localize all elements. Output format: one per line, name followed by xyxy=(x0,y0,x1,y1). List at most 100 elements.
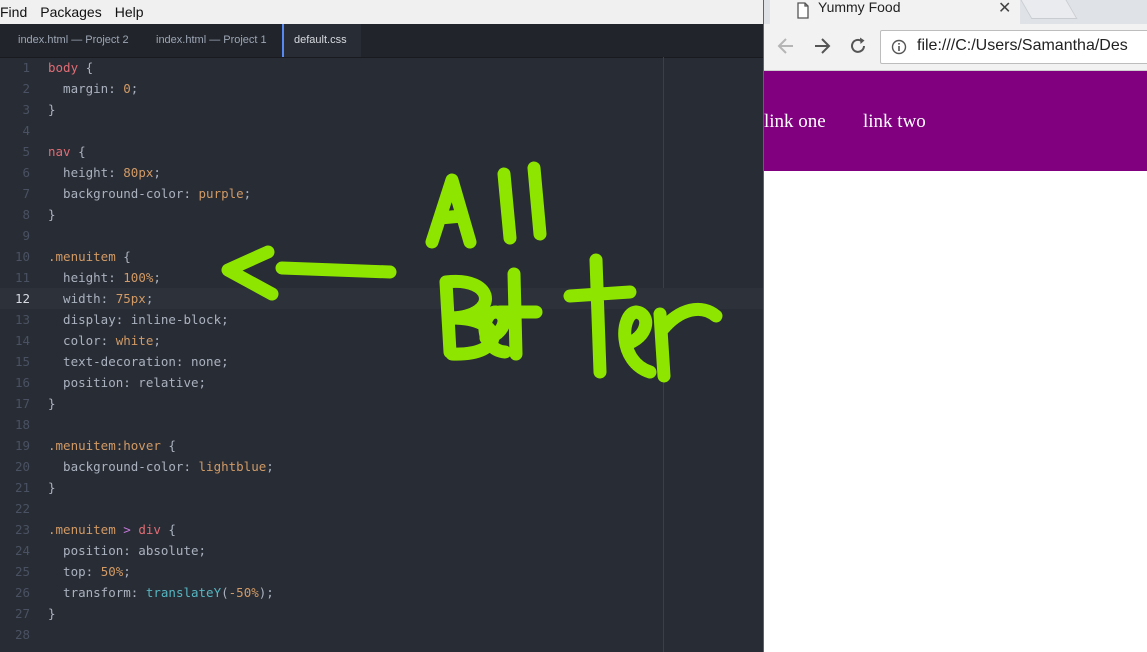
code-line[interactable]: 18 xyxy=(0,414,763,435)
tab-index-project-2[interactable]: index.html — Project 2 xyxy=(18,24,129,57)
code-line[interactable]: 1 body { xyxy=(0,57,763,78)
code-line[interactable]: 3} xyxy=(0,99,763,120)
code-line[interactable]: 19 .menuitem:hover { xyxy=(0,435,763,456)
menu-packages[interactable]: Packages xyxy=(40,4,108,20)
code-text: position: relative; xyxy=(48,375,207,390)
url-text: file:///C:/Users/Samantha/Des xyxy=(917,37,1128,54)
line-number: 8 xyxy=(22,207,30,222)
code-line[interactable]: 7 background-color: purple; xyxy=(0,183,763,204)
line-number: 6 xyxy=(22,165,30,180)
browser-tabstrip: Yummy Food ✕ xyxy=(764,0,1147,24)
code-text: text-decoration: none; xyxy=(48,354,229,369)
tab-index-project-1[interactable]: index.html — Project 1 xyxy=(156,24,267,57)
code-text: .menuitem:hover { xyxy=(48,438,176,453)
code-line[interactable]: 25 top: 50%; xyxy=(0,561,763,582)
code-line[interactable]: 2 margin: 0; xyxy=(0,78,763,99)
code-line[interactable]: 12 width: 75px; xyxy=(0,288,763,309)
code-text: } xyxy=(48,480,56,495)
browser-tab-title: Yummy Food xyxy=(818,0,901,15)
line-number: 26 xyxy=(14,585,30,600)
code-line[interactable]: 22 xyxy=(0,498,763,519)
code-text: width: 75px; xyxy=(48,291,154,306)
code-line[interactable]: 21} xyxy=(0,477,763,498)
code-text: position: absolute; xyxy=(48,543,207,558)
code-line[interactable]: 6 height: 80px; xyxy=(0,162,763,183)
code-line[interactable]: 23 .menuitem > div { xyxy=(0,519,763,540)
line-number: 2 xyxy=(22,81,30,96)
tab-default-css[interactable]: default.css xyxy=(282,24,361,57)
code-line[interactable]: 24 position: absolute; xyxy=(0,540,763,561)
code-text: background-color: lightblue; xyxy=(48,459,274,474)
line-number: 1 xyxy=(22,60,30,75)
code-line[interactable]: 9 xyxy=(0,225,763,246)
line-number: 21 xyxy=(14,480,30,495)
code-line[interactable]: 26 transform: translateY(-50%); xyxy=(0,582,763,603)
forward-icon[interactable] xyxy=(812,36,832,56)
line-number: 18 xyxy=(14,417,30,432)
code-text: } xyxy=(48,396,56,411)
line-number: 20 xyxy=(14,459,30,474)
code-text: nav { xyxy=(48,144,86,159)
browser-toolbar: file:///C:/Users/Samantha/Des xyxy=(764,24,1147,71)
code-text: top: 50%; xyxy=(48,564,131,579)
code-line[interactable]: 13 display: inline-block; xyxy=(0,309,763,330)
code-text: height: 80px; xyxy=(48,165,161,180)
code-text: } xyxy=(48,606,56,621)
document-icon xyxy=(797,2,809,19)
close-icon[interactable]: ✕ xyxy=(998,0,1011,18)
code-text: body { xyxy=(48,60,94,75)
code-text: display: inline-block; xyxy=(48,312,229,327)
code-editor-window: Find Packages Help index.html — Project … xyxy=(0,0,763,652)
line-number: 7 xyxy=(22,186,30,201)
new-tab-button[interactable] xyxy=(1020,0,1078,19)
line-number: 19 xyxy=(14,438,30,453)
line-number: 4 xyxy=(22,123,30,138)
code-text: color: white; xyxy=(48,333,161,348)
line-number: 15 xyxy=(14,354,30,369)
line-number: 28 xyxy=(14,627,30,642)
editor-tab-bar: index.html — Project 2 index.html — Proj… xyxy=(0,24,763,58)
line-number: 5 xyxy=(22,144,30,159)
page-viewport: link one link two xyxy=(764,71,1147,652)
line-number: 16 xyxy=(14,375,30,390)
code-line[interactable]: 10 .menuitem { xyxy=(0,246,763,267)
code-line[interactable]: 20 background-color: lightblue; xyxy=(0,456,763,477)
code-line[interactable]: 27} xyxy=(0,603,763,624)
code-text: height: 100%; xyxy=(48,270,161,285)
code-text: } xyxy=(48,102,56,117)
code-text: .menuitem > div { xyxy=(48,522,176,537)
code-line[interactable]: 5 nav { xyxy=(0,141,763,162)
code-area[interactable]: 1 body {2 margin: 0; 3} 4 5 nav {6 height: 80… xyxy=(0,57,763,652)
line-number: 14 xyxy=(14,333,30,348)
code-text: transform: translateY(-50%); xyxy=(48,585,274,600)
address-bar[interactable]: file:///C:/Users/Samantha/Des xyxy=(880,30,1147,64)
menu-help[interactable]: Help xyxy=(115,4,151,20)
menuitem-link-two[interactable]: link two xyxy=(863,111,926,133)
menuitem-link-one[interactable]: link one xyxy=(764,111,826,133)
menu-find[interactable]: Find xyxy=(0,4,34,20)
line-number: 25 xyxy=(14,564,30,579)
line-number: 22 xyxy=(14,501,30,516)
code-line[interactable]: 8} xyxy=(0,204,763,225)
info-icon[interactable] xyxy=(891,39,907,55)
code-line[interactable]: 16 position: relative; xyxy=(0,372,763,393)
code-line[interactable]: 15 text-decoration: none; xyxy=(0,351,763,372)
code-line[interactable]: 17} xyxy=(0,393,763,414)
browser-tab[interactable]: Yummy Food ✕ xyxy=(770,0,1020,24)
code-line[interactable]: 11 height: 100%; xyxy=(0,267,763,288)
line-number: 24 xyxy=(14,543,30,558)
code-text: margin: 0; xyxy=(48,81,139,96)
code-text: background-color: purple; xyxy=(48,186,252,201)
code-line[interactable]: 14 color: white; xyxy=(0,330,763,351)
code-line[interactable]: 28 xyxy=(0,624,763,645)
browser-window: Yummy Food ✕ file:///C:/Users/Samantha/D… xyxy=(763,0,1147,652)
line-number: 3 xyxy=(22,102,30,117)
back-icon[interactable] xyxy=(776,36,796,56)
code-line[interactable]: 4 xyxy=(0,120,763,141)
line-number: 13 xyxy=(14,312,30,327)
line-number: 17 xyxy=(14,396,30,411)
editor-menubar: Find Packages Help xyxy=(0,0,763,24)
line-number: 9 xyxy=(22,228,30,243)
reload-icon[interactable] xyxy=(848,36,868,56)
line-number: 23 xyxy=(14,522,30,537)
